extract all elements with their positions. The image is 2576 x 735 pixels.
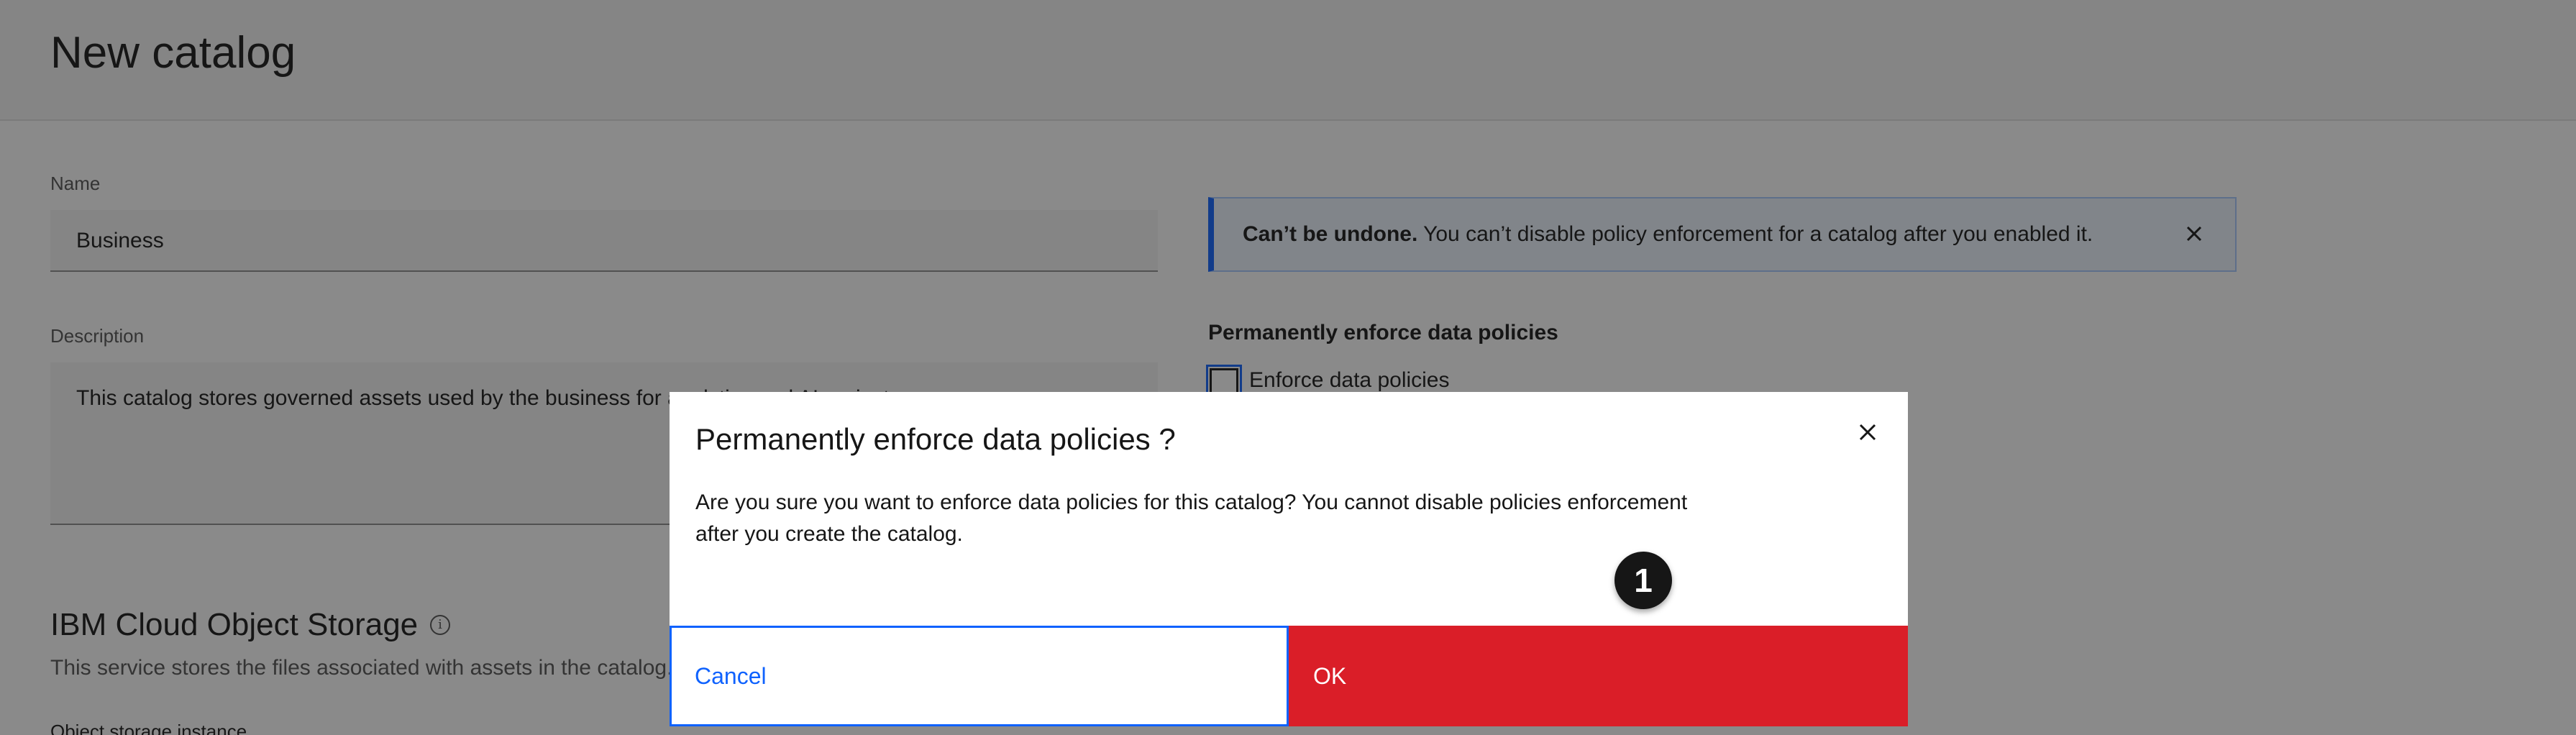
ok-button[interactable]: OK (1289, 626, 1908, 726)
cancel-button[interactable]: Cancel (670, 626, 1289, 726)
step-badge: 1 (1614, 552, 1672, 609)
modal-title: Permanently enforce data policies ? (695, 422, 1176, 456)
modal-body: Are you sure you want to enforce data po… (695, 490, 1688, 546)
confirm-enforce-policies-modal: Permanently enforce data policies ? Are … (670, 392, 1908, 726)
modal-close-icon[interactable] (1853, 418, 1882, 447)
